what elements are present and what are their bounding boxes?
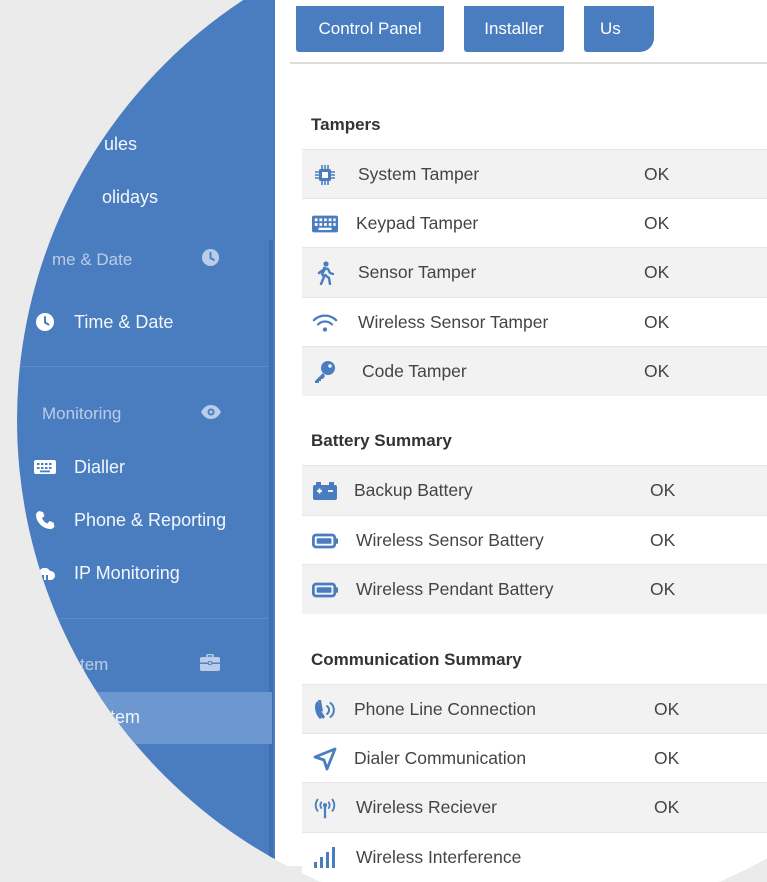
chip-icon (312, 162, 338, 188)
battery-icon (312, 577, 338, 603)
sidebar: ules olidays me & Date Time & Date Monit… (17, 0, 275, 866)
table-row: Wireless Sensor Tamper OK (302, 297, 767, 347)
calendar-icon (34, 133, 56, 155)
row-label: Keypad Tamper (356, 213, 479, 233)
eye-icon (200, 404, 222, 425)
sidebar-item-time-date[interactable]: Time & Date (17, 302, 174, 342)
sidebar-header-label: me & Date (52, 250, 133, 269)
sidebar-item-label: Time & Date (74, 311, 174, 332)
status-value: OK (650, 530, 676, 550)
clock-icon (201, 248, 220, 272)
status-value: OK (654, 699, 680, 719)
row-label: Wireless Reciever (356, 797, 497, 817)
keyboard-icon (34, 456, 56, 478)
sidebar-scrollbar[interactable] (269, 240, 273, 860)
sidebar-header-label: tem (80, 655, 109, 674)
status-value: OK (644, 361, 670, 381)
table-row: Sensor Tamper OK (302, 247, 767, 297)
row-label: Backup Battery (354, 480, 473, 500)
sidebar-item-holidays[interactable]: olidays (17, 177, 159, 217)
table-row: Phone Line Connection OK (302, 684, 767, 734)
table-row: Keypad Tamper OK (302, 198, 767, 248)
row-label: Wireless Pendant Battery (356, 579, 554, 599)
tab-control-panel[interactable]: Control Panel (296, 6, 444, 52)
sidebar-item-label: Dialler (74, 456, 126, 477)
sidebar-header-monitoring: Monitoring (42, 399, 222, 429)
row-label: Wireless Sensor Tamper (358, 312, 549, 332)
car-battery-icon (312, 478, 338, 504)
sidebar-item-label: ules (104, 133, 138, 154)
row-label: Phone Line Connection (354, 699, 536, 719)
sidebar-item-dialler[interactable]: Dialler (17, 447, 126, 487)
sidebar-header-time-date: me & Date (52, 245, 220, 275)
calendar-icon (34, 186, 56, 208)
sidebar-item-label: Phone & Reporting (74, 509, 227, 530)
sidebar-item-ip-monitoring[interactable]: IP Monitoring (17, 553, 180, 593)
tab-installer[interactable]: Installer (464, 6, 564, 52)
walking-person-icon (312, 260, 338, 286)
section-title-communication: Communication Summary (311, 650, 522, 669)
sidebar-item-label: IP Monitoring (74, 562, 180, 583)
sidebar-header-label: Monitoring (42, 404, 122, 423)
table-row: Code Tamper OK (302, 346, 767, 396)
row-label: Code Tamper (362, 361, 467, 381)
sidebar-item-system[interactable]: tem (17, 692, 272, 744)
magnified-view: ules olidays me & Date Time & Date Monit… (17, 0, 767, 882)
signal-bars-icon (312, 845, 338, 871)
status-value: OK (644, 164, 670, 184)
sidebar-item-phone-reporting[interactable]: Phone & Reporting (17, 500, 227, 540)
status-value: OK (644, 312, 670, 332)
tab-label: Installer (484, 19, 544, 38)
status-value: OK (644, 213, 670, 233)
sidebar-item-label: tem (110, 707, 141, 727)
status-value: OK (650, 480, 676, 500)
sidebar-item-label: olidays (102, 186, 159, 207)
sidebar-item-schedules[interactable]: ules (17, 124, 138, 164)
status-value: OK (650, 579, 676, 599)
battery-icon (312, 528, 338, 554)
table-row: Wireless Reciever OK (302, 782, 767, 832)
sidebar-divider (18, 366, 268, 367)
section-title-tampers: Tampers (311, 115, 381, 134)
tab-underline (290, 62, 767, 64)
row-label: Sensor Tamper (358, 262, 477, 282)
clock-icon (34, 311, 56, 333)
status-value: OK (644, 262, 670, 282)
sidebar-header-system: tem (80, 650, 220, 680)
row-label: Wireless Interference (356, 847, 522, 867)
keyboard-icon (312, 211, 338, 237)
phone-volume-icon (312, 697, 338, 723)
table-row: Backup Battery OK (302, 465, 767, 515)
table-row: Wireless Sensor Battery OK (302, 515, 767, 565)
table-row: System Tamper OK (302, 149, 767, 199)
tab-user[interactable]: Us (584, 6, 654, 52)
section-title-battery: Battery Summary (311, 431, 452, 450)
row-label: Wireless Sensor Battery (356, 530, 544, 550)
antenna-icon (312, 795, 338, 821)
sidebar-divider (18, 618, 268, 619)
row-label: Dialer Communication (354, 748, 527, 768)
wifi-icon (312, 310, 338, 336)
tab-label: Us (600, 19, 621, 38)
briefcase-icon (200, 653, 220, 676)
table-row: Wireless Pendant Battery OK (302, 564, 767, 614)
status-value: OK (654, 797, 680, 817)
status-value: OK (654, 748, 680, 768)
table-row: Wireless Interference (302, 832, 767, 882)
row-label: System Tamper (358, 164, 480, 184)
table-row: Dialer Communication OK (302, 733, 767, 783)
location-arrow-icon (312, 746, 338, 772)
tab-label: Control Panel (318, 19, 422, 38)
phone-icon (34, 509, 56, 531)
key-icon (312, 359, 338, 385)
cloud-icon (34, 562, 56, 584)
